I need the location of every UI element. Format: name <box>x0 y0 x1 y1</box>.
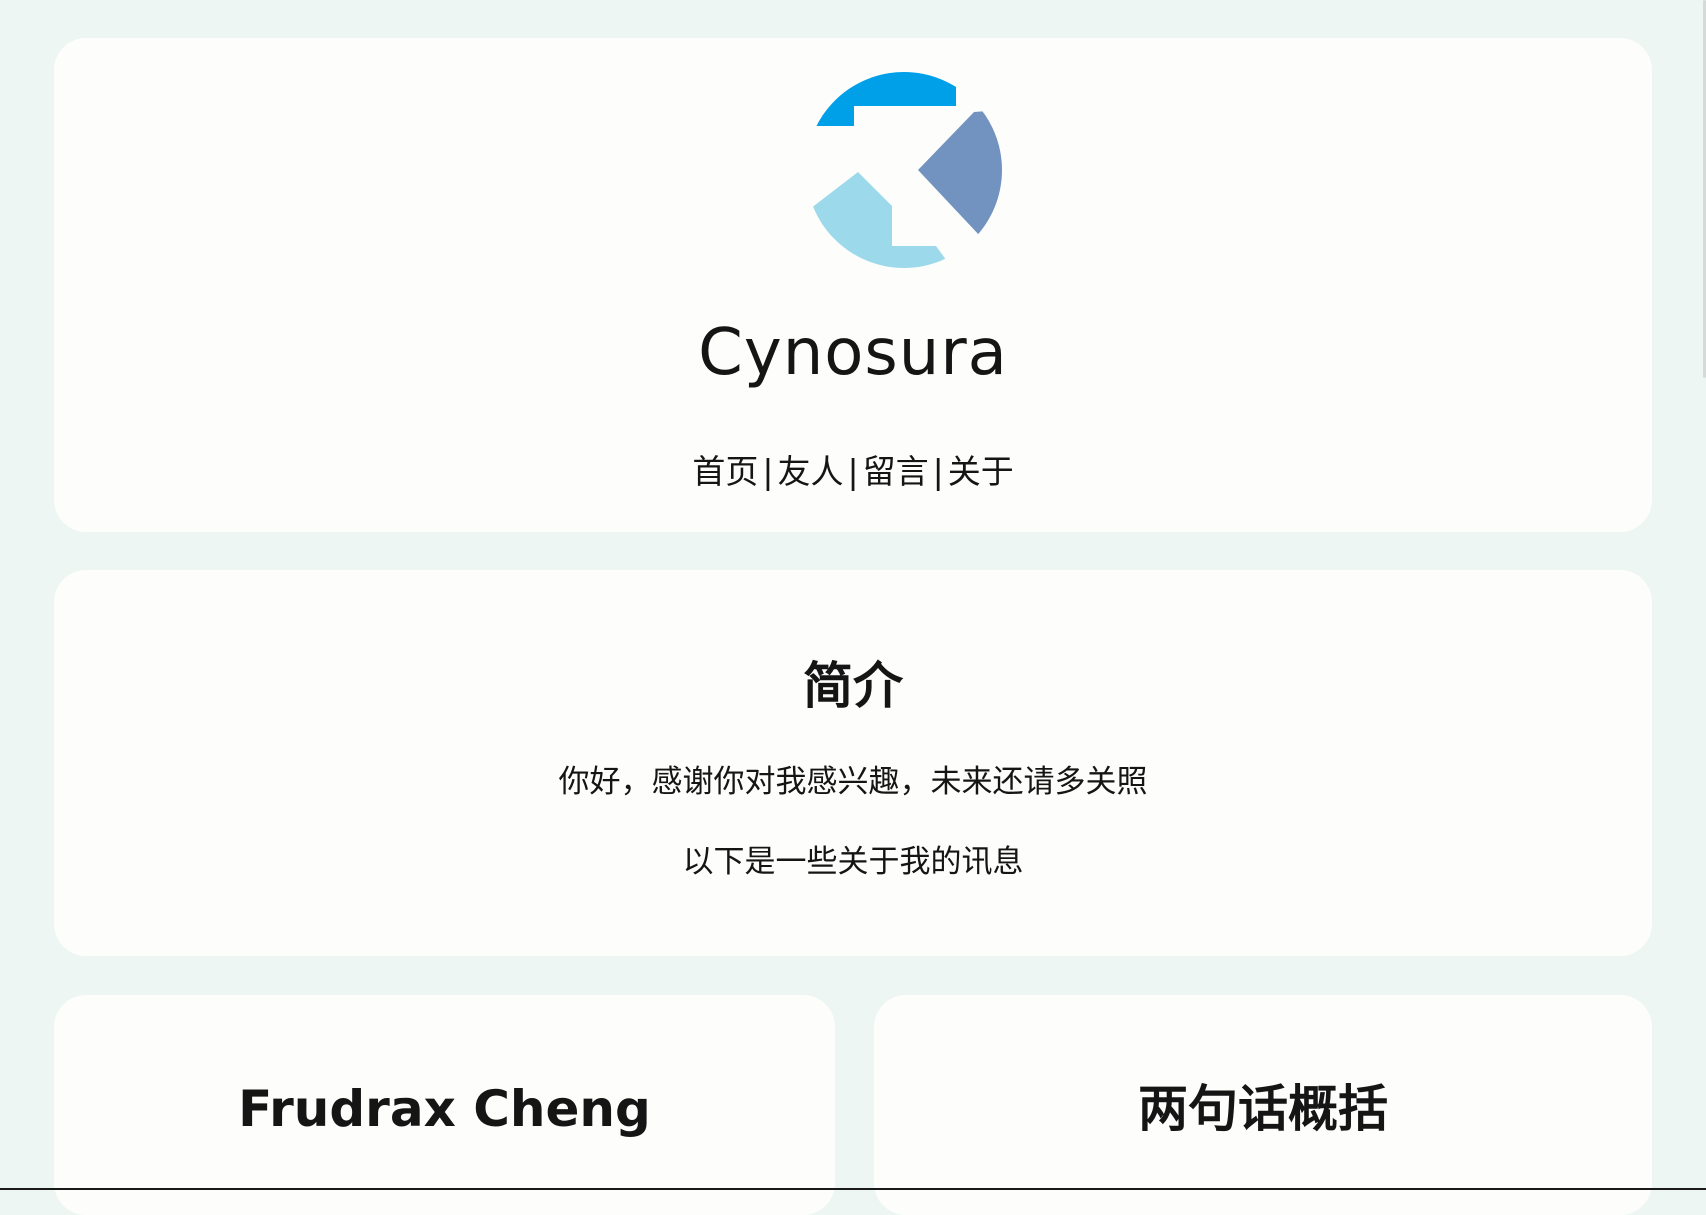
site-title: Cynosura <box>698 316 1008 390</box>
logo-icon[interactable] <box>806 72 1002 268</box>
nav-item-guestbook[interactable]: 留言 <box>863 452 929 491</box>
intro-line: 你好，感谢你对我感兴趣，未来还请多关照 <box>558 764 1148 800</box>
profile-name: Frudrax Cheng <box>238 1080 651 1138</box>
scrollbar[interactable] <box>1696 0 1706 1190</box>
header-card: Cynosura 首页 | 友人 | 留言 | 关于 <box>54 38 1652 532</box>
summary-title: 两句话概括 <box>1138 1080 1388 1138</box>
nav-separator: | <box>762 452 774 491</box>
profile-card: Frudrax Cheng <box>54 995 835 1215</box>
nav-item-about[interactable]: 关于 <box>948 452 1014 491</box>
intro-title: 简介 <box>803 657 903 715</box>
nav-separator: | <box>932 452 944 491</box>
intro-card: 简介 你好，感谢你对我感兴趣，未来还请多关照 以下是一些关于我的讯息 <box>54 570 1652 956</box>
nav-item-home[interactable]: 首页 <box>692 452 758 491</box>
intro-line: 以下是一些关于我的讯息 <box>682 844 1024 880</box>
nav-item-friends[interactable]: 友人 <box>777 452 843 491</box>
nav-separator: | <box>847 452 859 491</box>
summary-card: 两句话概括 <box>874 995 1652 1215</box>
main-nav: 首页 | 友人 | 留言 | 关于 <box>54 452 1652 492</box>
